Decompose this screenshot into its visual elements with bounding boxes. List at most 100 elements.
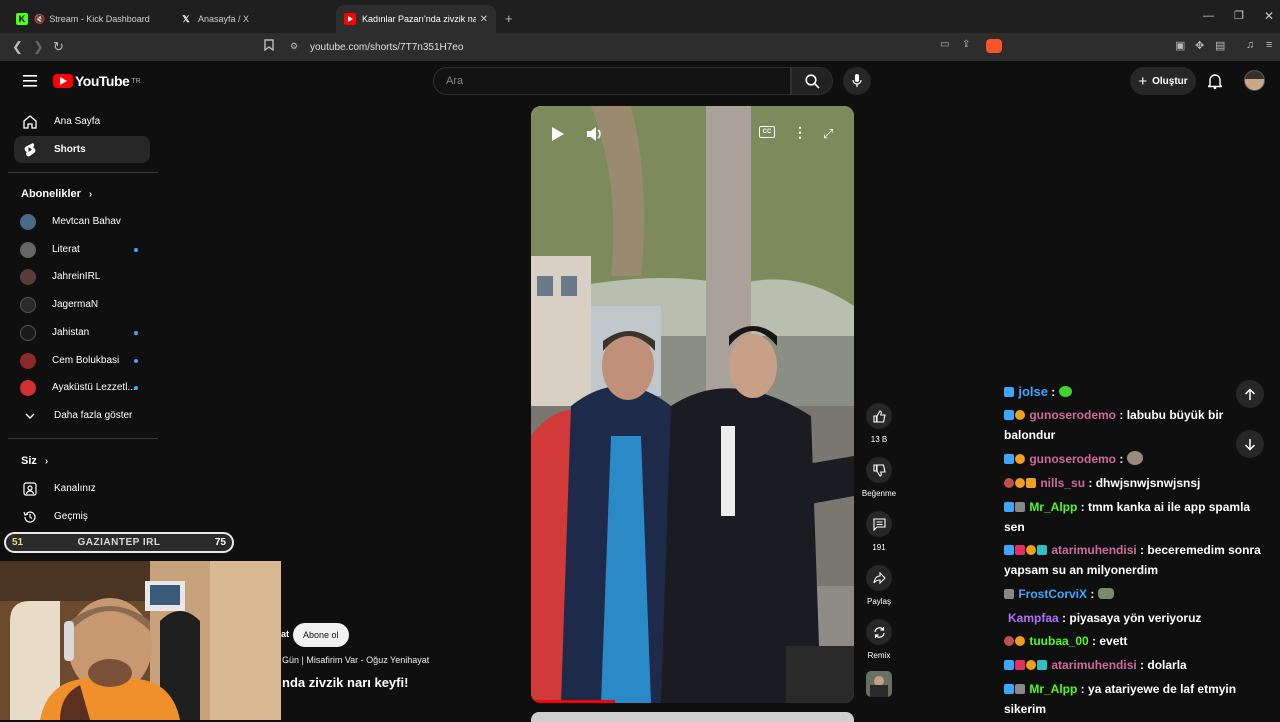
- forward-icon[interactable]: ❯: [33, 39, 44, 55]
- tab-label: Kadınlar Pazarı'nda zivzik narı ke: [362, 14, 476, 24]
- chat-username: gunoserodemo: [1029, 408, 1117, 422]
- show-more-button[interactable]: Daha fazla göster: [14, 402, 150, 429]
- subscribe-button[interactable]: Abone ol: [293, 623, 349, 647]
- search-input[interactable]: Ara: [433, 67, 791, 95]
- badge-icon: [1015, 502, 1025, 512]
- chat-message: tuubaa_00 : evett: [1004, 631, 1266, 651]
- sidebar-icon[interactable]: ▤: [1215, 39, 1225, 52]
- search-icon: [804, 73, 820, 89]
- badge-icon: [1015, 478, 1025, 488]
- tab-x[interactable]: 𝕏 Anasayfa / X: [172, 5, 332, 33]
- badge-icon: [1015, 410, 1025, 420]
- tab-youtube[interactable]: Kadınlar Pazarı'nda zivzik narı ke ✕: [336, 5, 496, 33]
- youtube-logo[interactable]: YouTube TR: [53, 73, 141, 89]
- sidebar-item-subscription[interactable]: Jahistan: [14, 319, 150, 346]
- hamburger-menu-icon[interactable]: [23, 74, 37, 92]
- divider: [8, 438, 158, 439]
- plus-icon: +: [1138, 72, 1148, 90]
- share-icon[interactable]: ⇪: [962, 39, 970, 50]
- sidebar-item-subscription[interactable]: JagermaN: [14, 291, 150, 318]
- badge-icon: [1015, 545, 1025, 555]
- badge-icon: [1004, 454, 1014, 464]
- voice-search-button[interactable]: [843, 67, 871, 95]
- video-title[interactable]: nda zivzik narı keyfi!: [282, 675, 408, 690]
- sidebar-item-label: Geçmiş: [54, 511, 88, 522]
- play-icon[interactable]: [551, 126, 565, 147]
- sidebar-item-subscription[interactable]: Ayaküstü Lezzetl...: [14, 374, 150, 401]
- chat-text: evett: [1099, 634, 1128, 648]
- channel-avatar: [20, 213, 36, 230]
- chat-username: gunoserodemo: [1029, 452, 1117, 466]
- menu-icon[interactable]: ≡: [1266, 39, 1272, 51]
- shorts-video-player[interactable]: CC ⋮ ⤢: [531, 106, 854, 703]
- audio-thumbnail[interactable]: [866, 671, 892, 697]
- x-icon: 𝕏: [182, 13, 190, 24]
- cast-icon[interactable]: ▭: [940, 39, 949, 50]
- sidebar-item-channel[interactable]: Kanalınız: [14, 475, 150, 502]
- chat-username: atarimuhendisi: [1051, 658, 1137, 672]
- chat-username: nills_su: [1040, 476, 1086, 490]
- comment-count: 191: [872, 543, 886, 552]
- channel-avatar: [20, 241, 36, 258]
- channel-name[interactable]: at: [281, 629, 289, 639]
- channel-name: JagermaN: [52, 299, 99, 310]
- chat-message: atarimuhendisi : beceremedim sonra yapsa…: [1004, 543, 1261, 577]
- close-icon[interactable]: ✕: [480, 14, 488, 25]
- bookmark-icon[interactable]: [264, 39, 274, 54]
- url-field[interactable]: ⚙ youtube.com/shorts/7T7n351H7eo: [282, 36, 1022, 58]
- remix-button[interactable]: Remix: [866, 619, 892, 660]
- wallet-icon[interactable]: ▣: [1175, 39, 1185, 52]
- right-count: 75: [214, 537, 226, 548]
- comments-button[interactable]: 191: [866, 511, 892, 552]
- share-button[interactable]: Paylaş: [866, 565, 892, 606]
- minimize-icon[interactable]: —: [1203, 10, 1214, 22]
- search-button[interactable]: [791, 67, 833, 95]
- chat-username: jolse: [1018, 384, 1048, 399]
- badge-icon: [1004, 410, 1014, 420]
- channel-name: Mevtcan Bahav: [52, 216, 121, 227]
- fullscreen-icon[interactable]: ⤢: [823, 126, 833, 142]
- more-options-icon[interactable]: ⋮: [793, 124, 807, 141]
- dislike-label: Beğenme: [861, 489, 897, 498]
- new-tab-icon[interactable]: +: [505, 11, 513, 26]
- restore-icon[interactable]: ❐: [1234, 9, 1244, 22]
- captions-icon[interactable]: CC: [759, 126, 775, 138]
- back-icon[interactable]: ❮: [12, 39, 23, 55]
- address-bar-row: ❮ ❯ ↻ ⚙ youtube.com/shorts/7T7n351H7eo ▭…: [0, 33, 1280, 61]
- sidebar-item-subscription[interactable]: Literat: [14, 236, 150, 263]
- remix-label: Remix: [867, 651, 891, 660]
- channel-avatar: [20, 296, 36, 313]
- chat-message: atarimuhendisi : dolarla: [1004, 655, 1266, 675]
- site-info-icon[interactable]: ⚙: [290, 41, 298, 52]
- create-button[interactable]: + Oluştur: [1130, 67, 1196, 95]
- media-icon[interactable]: ♫: [1246, 39, 1254, 51]
- sidebar-item-subscription[interactable]: Cem Bolukbasi: [14, 347, 150, 374]
- volume-icon[interactable]: [586, 125, 604, 148]
- reload-icon[interactable]: ↻: [53, 39, 64, 55]
- next-video-preview[interactable]: [531, 712, 854, 722]
- sidebar-item-shorts[interactable]: Shorts: [14, 136, 150, 163]
- dislike-button[interactable]: Beğenme: [859, 457, 899, 498]
- you-heading[interactable]: Siz ›: [21, 455, 48, 467]
- emote-icon: [1097, 588, 1114, 599]
- video-frame: [531, 106, 854, 703]
- subscriptions-heading[interactable]: Abonelikler ›: [21, 188, 92, 200]
- chat-username: Mr_Alpp: [1029, 682, 1078, 696]
- chat-text: dolarla: [1147, 658, 1187, 672]
- avatar[interactable]: [1244, 70, 1265, 91]
- sidebar-item-home[interactable]: Ana Sayfa: [14, 108, 150, 135]
- logo-text: YouTube: [75, 73, 130, 89]
- progress-bar[interactable]: [531, 700, 615, 703]
- bell-icon: [1206, 74, 1224, 90]
- notifications-button[interactable]: [1206, 73, 1224, 94]
- tab-label: Anasayfa / X: [198, 14, 250, 24]
- channel-avatar: [20, 379, 36, 396]
- close-window-icon[interactable]: ✕: [1264, 9, 1274, 23]
- brave-shield-icon[interactable]: [986, 39, 1002, 53]
- sidebar-item-subscription[interactable]: JahreinIRL: [14, 263, 150, 290]
- extensions-icon[interactable]: ✥: [1195, 39, 1204, 52]
- like-button[interactable]: 13 B: [866, 403, 892, 444]
- sidebar-item-subscription[interactable]: Mevtcan Bahav: [14, 208, 150, 235]
- tab-kick[interactable]: K 🔇 Stream - Kick Dashboard: [8, 5, 168, 33]
- sidebar-item-history[interactable]: Geçmiş: [14, 503, 150, 530]
